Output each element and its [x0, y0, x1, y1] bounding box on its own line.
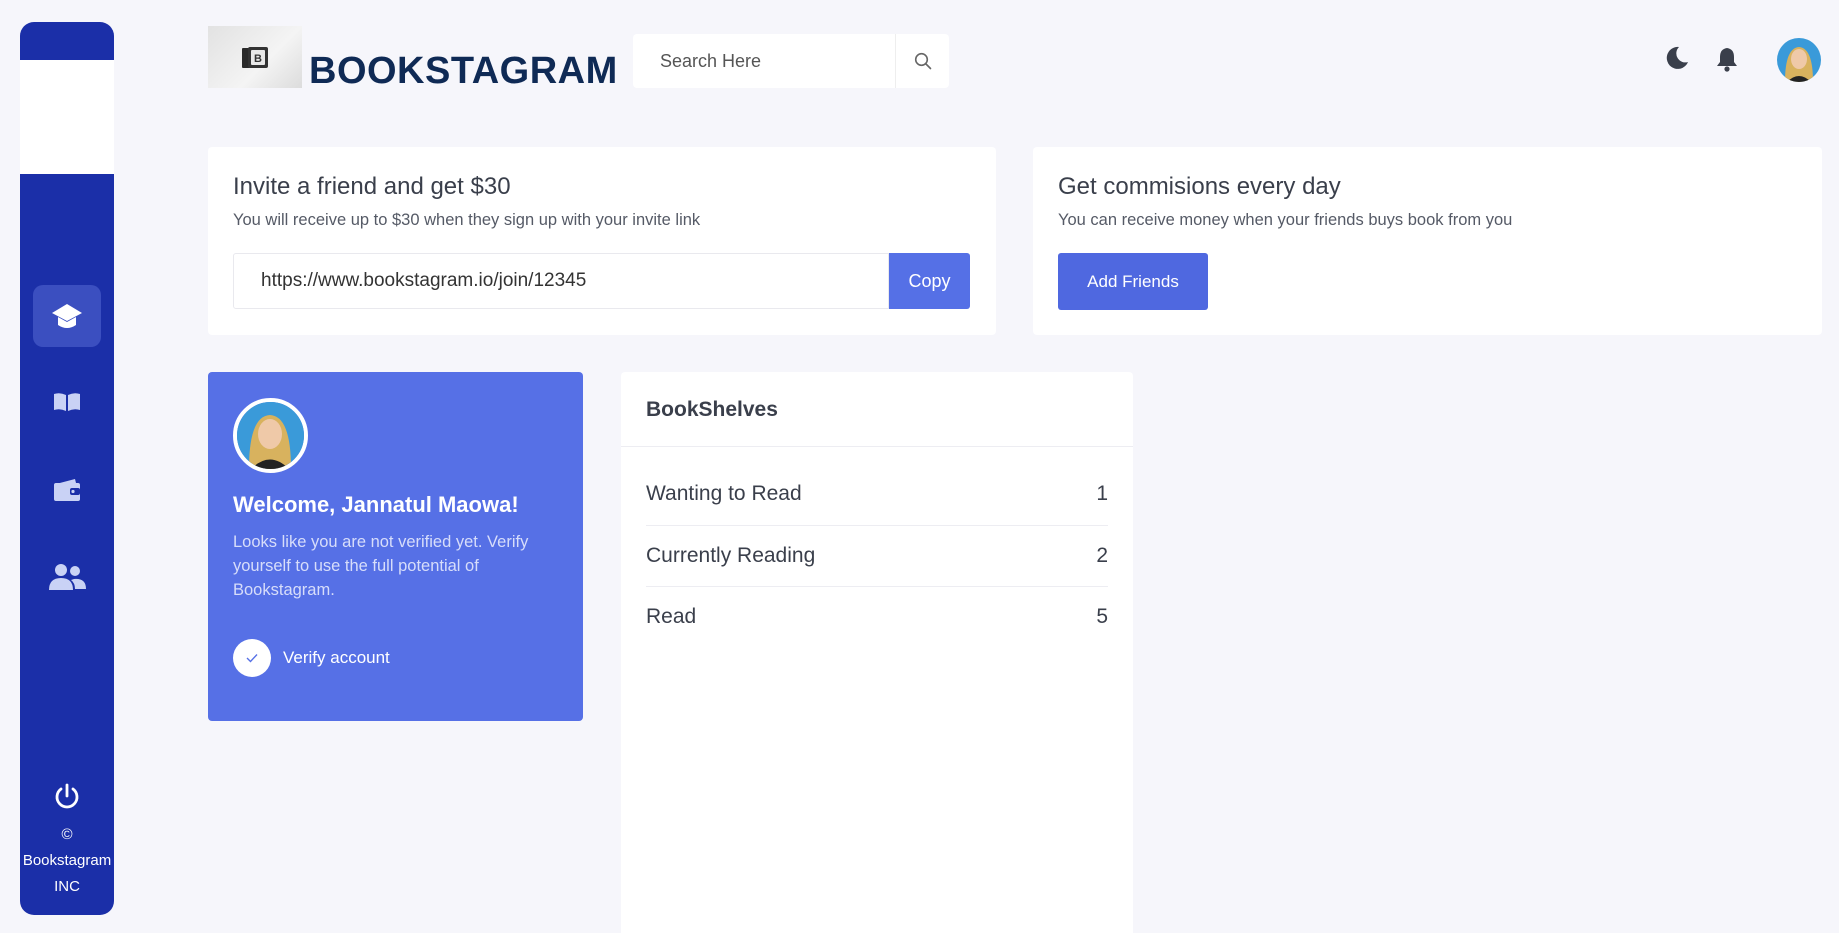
brand-name: BOOKSTAGRAM	[309, 50, 618, 92]
bookshelves-title: BookShelves	[646, 398, 778, 421]
bell-icon	[1717, 48, 1737, 72]
commissions-subtitle: You can receive money when your friends …	[1058, 211, 1513, 229]
book-icon	[54, 393, 80, 411]
svg-text:B: B	[254, 53, 262, 65]
shelf-row-wanting[interactable]: Wanting to Read 1	[646, 464, 1108, 524]
shelf-count: 1	[1096, 482, 1108, 505]
profile-avatar	[233, 398, 308, 473]
copyright: © Bookstagram INC	[20, 822, 114, 900]
divider	[621, 446, 1133, 447]
copyright-name: Bookstagram	[22, 852, 112, 869]
invite-title: Invite a friend and get $30	[233, 173, 511, 200]
moon-icon	[1666, 46, 1688, 69]
bookshelves-card: BookShelves Wanting to Read 1 Currently …	[621, 372, 1133, 933]
brand-logo[interactable]: B	[208, 26, 302, 88]
shelf-count: 2	[1096, 543, 1108, 567]
avatar-image	[1777, 38, 1821, 82]
add-friends-button[interactable]: Add Friends	[1058, 253, 1208, 310]
invite-card: Invite a friend and get $30 You will rec…	[208, 147, 996, 335]
dark-mode-toggle[interactable]	[1664, 45, 1690, 76]
shelf-row-currently[interactable]: Currently Reading 2	[646, 525, 1108, 585]
welcome-text: Looks like you are not verified yet. Ver…	[233, 533, 529, 599]
shelf-count: 5	[1096, 604, 1108, 628]
commissions-title: Get commisions every day	[1058, 173, 1341, 200]
verify-account-label[interactable]: Verify account	[283, 648, 390, 668]
wallet-icon	[54, 479, 80, 501]
logo-icon: B	[242, 47, 268, 68]
user-avatar[interactable]	[1777, 38, 1821, 82]
copyright-suffix: INC	[54, 878, 80, 895]
shelf-label: Currently Reading	[646, 543, 816, 567]
verify-account-button[interactable]	[233, 639, 271, 677]
sidebar-item-books[interactable]	[33, 371, 101, 433]
sidebar: © Bookstagram INC	[20, 22, 114, 915]
sidebar-item-wallet[interactable]	[33, 459, 101, 521]
invite-link-field[interactable]: https://www.bookstagram.io/join/12345	[233, 253, 889, 309]
shelf-label: Wanting to Read	[646, 482, 802, 505]
power-icon	[55, 783, 79, 809]
shelf-label: Read	[646, 604, 697, 628]
users-icon	[49, 564, 86, 590]
copyright-symbol: ©	[61, 826, 73, 843]
shelf-row-read[interactable]: Read 5	[646, 586, 1108, 646]
check-icon	[246, 654, 258, 663]
commissions-card: Get commisions every day You can receive…	[1033, 147, 1822, 335]
welcome-title: Welcome, Jannatul Maowa!	[233, 492, 519, 517]
search-button[interactable]	[895, 34, 949, 88]
sidebar-logo	[20, 60, 114, 174]
copy-button[interactable]: Copy	[889, 253, 970, 309]
search-bar	[633, 34, 949, 88]
notifications-button[interactable]	[1716, 46, 1738, 77]
home-icon	[52, 304, 82, 328]
invite-subtitle: You will receive up to $30 when they sig…	[233, 211, 701, 229]
search-input[interactable]	[633, 34, 895, 88]
profile-image	[237, 402, 304, 469]
sidebar-item-home[interactable]	[33, 285, 101, 347]
search-icon	[914, 52, 931, 70]
sidebar-item-friends[interactable]	[33, 546, 101, 608]
logout-button[interactable]	[50, 780, 84, 814]
welcome-card: Welcome, Jannatul Maowa! Looks like you …	[208, 372, 583, 721]
